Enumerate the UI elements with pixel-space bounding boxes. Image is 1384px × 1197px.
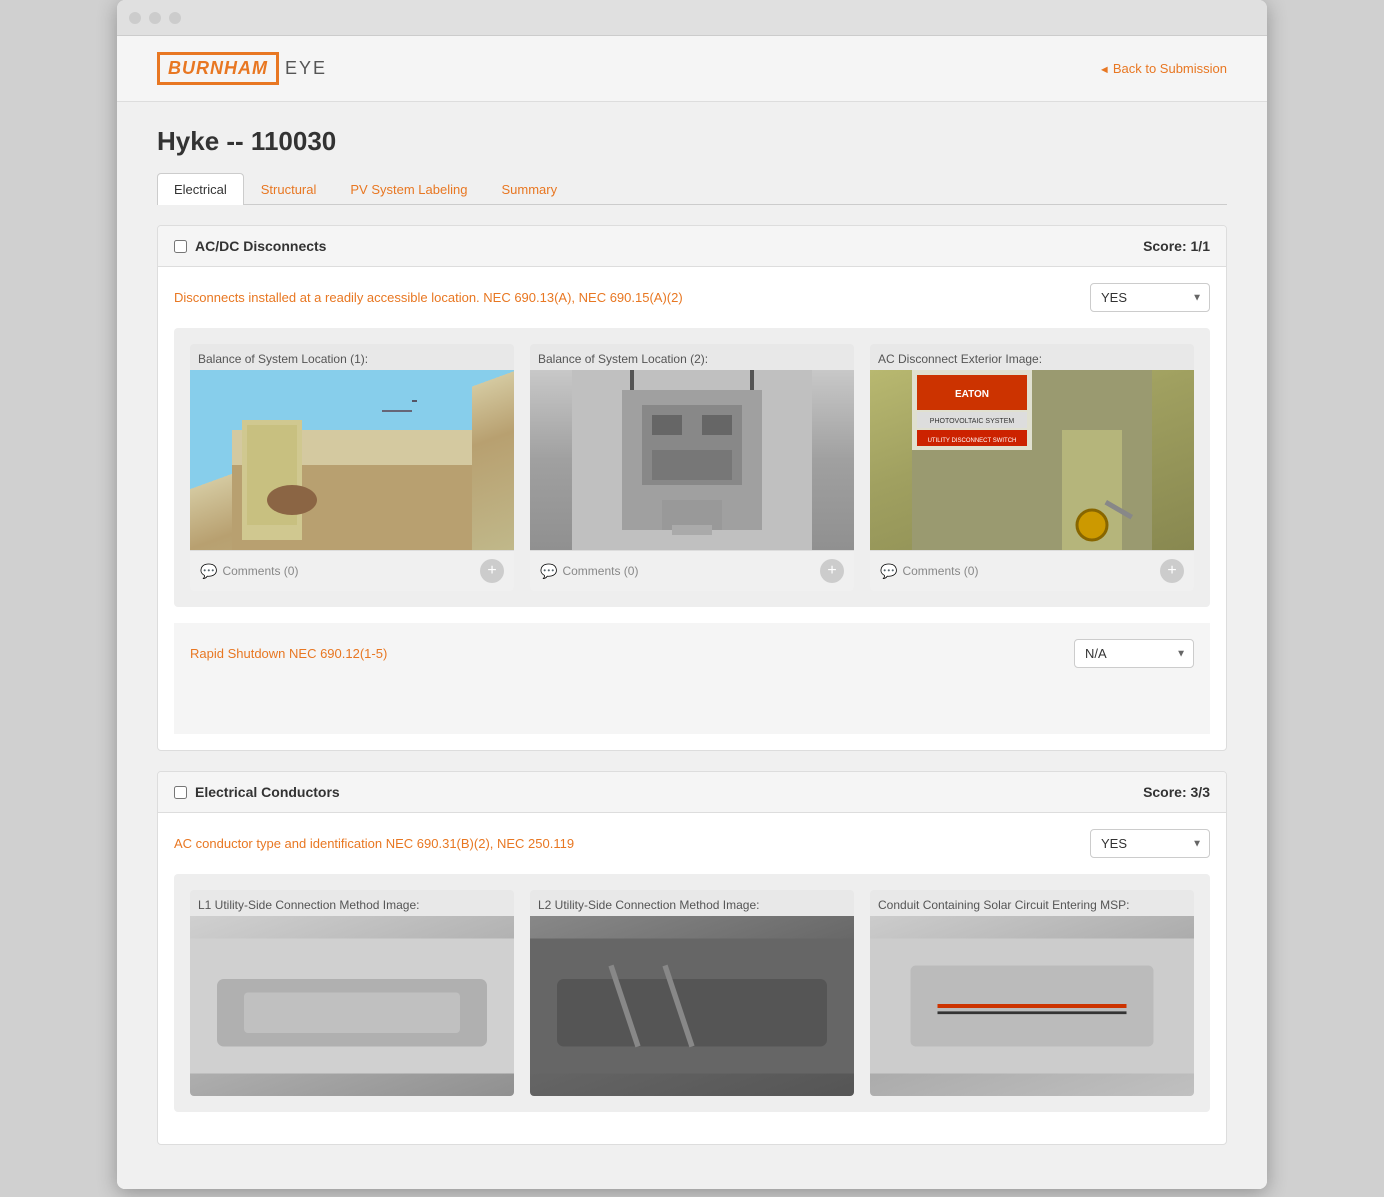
image-cell-l1: L1 Utility-Side Connection Method Image: — [190, 890, 514, 1096]
comment-button-disconnect[interactable]: 💬 Comments (0) — [880, 563, 978, 580]
rapid-shutdown-section: Rapid Shutdown NEC 690.12(1-5) YES NO N/… — [174, 623, 1210, 684]
image-label-l1: L1 Utility-Side Connection Method Image: — [190, 890, 514, 916]
page-title: Hyke -- 110030 — [157, 126, 1227, 157]
select-ac-conductor[interactable]: YES NO N/A — [1090, 829, 1210, 858]
back-link[interactable]: Back to Submission — [1099, 61, 1227, 76]
section-ac-dc-disconnects: AC/DC Disconnects Score: 1/1 Disconnects… — [157, 225, 1227, 751]
section-checkbox-conductors[interactable] — [174, 786, 187, 799]
top-bar: BURNHAM EYE Back to Submission — [117, 36, 1267, 102]
comment-icon-bos2: 💬 — [540, 563, 557, 580]
svg-text:EATON: EATON — [955, 389, 989, 400]
image-cell-disconnect: AC Disconnect Exterior Image: EATON PHOT… — [870, 344, 1194, 591]
select-wrapper-disconnects: YES NO N/A — [1090, 283, 1210, 312]
comment-button-bos2[interactable]: 💬 Comments (0) — [540, 563, 638, 580]
image-bos1[interactable] — [190, 370, 514, 550]
images-grid-disconnects: Balance of System Location (1): — [174, 328, 1210, 607]
score-ac-dc: Score: 1/1 — [1143, 238, 1210, 254]
logo-burnham: BURNHAM — [157, 52, 279, 85]
svg-text:UTILITY DISCONNECT SWITCH: UTILITY DISCONNECT SWITCH — [928, 438, 1017, 444]
comment-button-bos1[interactable]: 💬 Comments (0) — [200, 563, 298, 580]
add-button-bos2[interactable]: + — [820, 559, 844, 583]
image-cell-bos2: Balance of System Location (2): — [530, 344, 854, 591]
image-label-disconnect: AC Disconnect Exterior Image: — [870, 344, 1194, 370]
select-rapid[interactable]: YES NO N/A — [1074, 639, 1194, 668]
rapid-label: Rapid Shutdown NEC 690.12(1-5) — [190, 646, 1074, 661]
tab-summary[interactable]: Summary — [484, 173, 574, 205]
section-header-ac-dc: AC/DC Disconnects Score: 1/1 — [158, 226, 1226, 267]
image-cell-l2: L2 Utility-Side Connection Method Image: — [530, 890, 854, 1096]
close-dot — [129, 12, 141, 24]
image-l2[interactable] — [530, 916, 854, 1096]
image-label-bos2: Balance of System Location (2): — [530, 344, 854, 370]
section-electrical-conductors: Electrical Conductors Score: 3/3 AC cond… — [157, 771, 1227, 1145]
empty-area-rapid — [174, 684, 1210, 734]
comment-bar-bos1: 💬 Comments (0) + — [190, 550, 514, 591]
section-title-conductors: Electrical Conductors — [174, 784, 340, 800]
add-button-bos1[interactable]: + — [480, 559, 504, 583]
section-header-conductors: Electrical Conductors Score: 3/3 — [158, 772, 1226, 813]
tab-pv-system-labeling[interactable]: PV System Labeling — [333, 173, 484, 205]
images-grid-conductors: L1 Utility-Side Connection Method Image: — [174, 874, 1210, 1112]
tabs: Electrical Structural PV System Labeling… — [157, 173, 1227, 205]
image-label-bos1: Balance of System Location (1): — [190, 344, 514, 370]
maximize-dot — [169, 12, 181, 24]
question-label-ac-conductor: AC conductor type and identification NEC… — [174, 836, 1090, 851]
comment-icon-disconnect: 💬 — [880, 563, 897, 580]
question-row-disconnects: Disconnects installed at a readily acces… — [174, 283, 1210, 312]
svg-text:PHOTOVOLTAIC SYSTEM: PHOTOVOLTAIC SYSTEM — [930, 418, 1015, 425]
image-conduit[interactable] — [870, 916, 1194, 1096]
image-disconnect[interactable]: EATON PHOTOVOLTAIC SYSTEM UTILITY DISCON… — [870, 370, 1194, 550]
logo-eye: EYE — [285, 58, 327, 79]
rapid-question-row: Rapid Shutdown NEC 690.12(1-5) YES NO N/… — [190, 639, 1194, 668]
minimize-dot — [149, 12, 161, 24]
comment-bar-disconnect: 💬 Comments (0) + — [870, 550, 1194, 591]
score-conductors: Score: 3/3 — [1143, 784, 1210, 800]
comment-bar-bos2: 💬 Comments (0) + — [530, 550, 854, 591]
question-label-disconnects: Disconnects installed at a readily acces… — [174, 290, 1090, 305]
select-wrapper-rapid: YES NO N/A — [1074, 639, 1194, 668]
add-button-disconnect[interactable]: + — [1160, 559, 1184, 583]
section-body-conductors: AC conductor type and identification NEC… — [158, 813, 1226, 1144]
section-body-ac-dc: Disconnects installed at a readily acces… — [158, 267, 1226, 750]
comment-icon-bos1: 💬 — [200, 563, 217, 580]
tab-structural[interactable]: Structural — [244, 173, 334, 205]
question-row-ac-conductor: AC conductor type and identification NEC… — [174, 829, 1210, 858]
section-title-ac-dc: AC/DC Disconnects — [174, 238, 326, 254]
logo: BURNHAM EYE — [157, 52, 327, 85]
tab-electrical[interactable]: Electrical — [157, 173, 244, 205]
image-cell-conduit: Conduit Containing Solar Circuit Enterin… — [870, 890, 1194, 1096]
image-l1[interactable] — [190, 916, 514, 1096]
select-wrapper-ac-conductor: YES NO N/A — [1090, 829, 1210, 858]
image-cell-bos1: Balance of System Location (1): — [190, 344, 514, 591]
image-bos2[interactable] — [530, 370, 854, 550]
image-label-l2: L2 Utility-Side Connection Method Image: — [530, 890, 854, 916]
select-disconnects[interactable]: YES NO N/A — [1090, 283, 1210, 312]
section-checkbox-ac-dc[interactable] — [174, 240, 187, 253]
image-label-conduit: Conduit Containing Solar Circuit Enterin… — [870, 890, 1194, 916]
